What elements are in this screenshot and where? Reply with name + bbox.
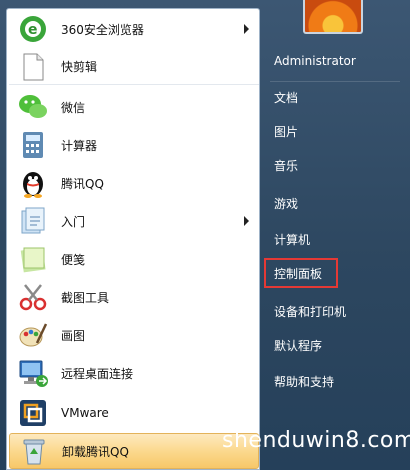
program-item-vmware[interactable]: VMware	[9, 395, 259, 431]
menu-help-support[interactable]: 帮助和支持	[264, 366, 404, 396]
menu-label: 图片	[274, 124, 299, 139]
snipping-tool-icon	[17, 281, 49, 313]
programs-pane: e 360安全浏览器 快剪辑 微信 计算器 腾讯QQ 入门 便笺 截图工具 画图…	[6, 8, 260, 470]
program-item-remote-desktop[interactable]: 远程桌面连接	[9, 355, 259, 391]
menu-label: 文档	[274, 90, 299, 105]
program-label: 计算器	[61, 138, 98, 153]
program-label: 便笺	[61, 252, 86, 267]
menu-games[interactable]: 游戏	[264, 188, 404, 218]
program-item-sticky-notes[interactable]: 便笺	[9, 241, 259, 277]
calculator-icon	[17, 129, 49, 161]
recycle-bin-icon	[18, 435, 50, 467]
document-icon	[17, 51, 49, 83]
program-item-getting-started[interactable]: 入门	[9, 203, 259, 239]
vmware-icon	[17, 397, 49, 429]
program-item-360-browser[interactable]: e 360安全浏览器	[9, 11, 259, 47]
program-label: 画图	[61, 328, 86, 343]
start-menu: e 360安全浏览器 快剪辑 微信 计算器 腾讯QQ 入门 便笺 截图工具 画图…	[0, 0, 410, 470]
menu-label: 计算机	[274, 232, 311, 247]
submenu-arrow-icon[interactable]	[244, 24, 249, 34]
program-label: 截图工具	[61, 290, 110, 305]
program-label: 360安全浏览器	[61, 22, 144, 37]
program-item-kuaijianji[interactable]: 快剪辑	[9, 49, 259, 85]
menu-label: 控制面板	[274, 266, 323, 281]
program-item-paint[interactable]: 画图	[9, 317, 259, 353]
user-name: Administrator	[274, 54, 356, 68]
menu-documents[interactable]: 文档	[264, 82, 404, 112]
program-label: 微信	[61, 100, 86, 115]
program-label: 远程桌面连接	[61, 366, 134, 381]
submenu-arrow-icon[interactable]	[244, 216, 249, 226]
getting-started-icon	[17, 205, 49, 237]
program-label: 入门	[61, 214, 86, 229]
program-label: 卸载腾讯QQ	[62, 444, 129, 459]
program-item-wechat[interactable]: 微信	[9, 89, 259, 125]
program-item-calculator[interactable]: 计算器	[9, 127, 259, 163]
menu-label: 游戏	[274, 196, 299, 211]
menu-user-administrator[interactable]: Administrator	[264, 46, 404, 76]
remote-desktop-icon	[17, 357, 49, 389]
program-item-snipping-tool[interactable]: 截图工具	[9, 279, 259, 315]
menu-label: 帮助和支持	[274, 374, 335, 389]
menu-devices-printers[interactable]: 设备和打印机	[264, 296, 404, 326]
program-label: 腾讯QQ	[61, 176, 104, 191]
qq-penguin-icon	[17, 167, 49, 199]
menu-computer[interactable]: 计算机	[264, 224, 404, 254]
program-label: 快剪辑	[61, 60, 98, 74]
program-item-qq[interactable]: 腾讯QQ	[9, 165, 259, 201]
sticky-notes-icon	[17, 243, 49, 275]
svg-text:e: e	[28, 22, 38, 38]
menu-label: 默认程序	[274, 338, 323, 353]
watermark: shenduwin8.com	[222, 428, 410, 453]
menu-default-programs[interactable]: 默认程序	[264, 330, 404, 360]
program-label: VMware	[61, 406, 109, 420]
wechat-icon	[17, 91, 49, 123]
menu-control-panel[interactable]: 控制面板	[264, 258, 338, 288]
paint-icon	[17, 319, 49, 351]
menu-label: 音乐	[274, 158, 299, 173]
menu-label: 设备和打印机	[274, 304, 347, 319]
user-avatar[interactable]	[303, 0, 363, 34]
browser-360-icon: e	[17, 13, 49, 45]
menu-pictures[interactable]: 图片	[264, 116, 404, 146]
menu-music[interactable]: 音乐	[264, 150, 404, 180]
